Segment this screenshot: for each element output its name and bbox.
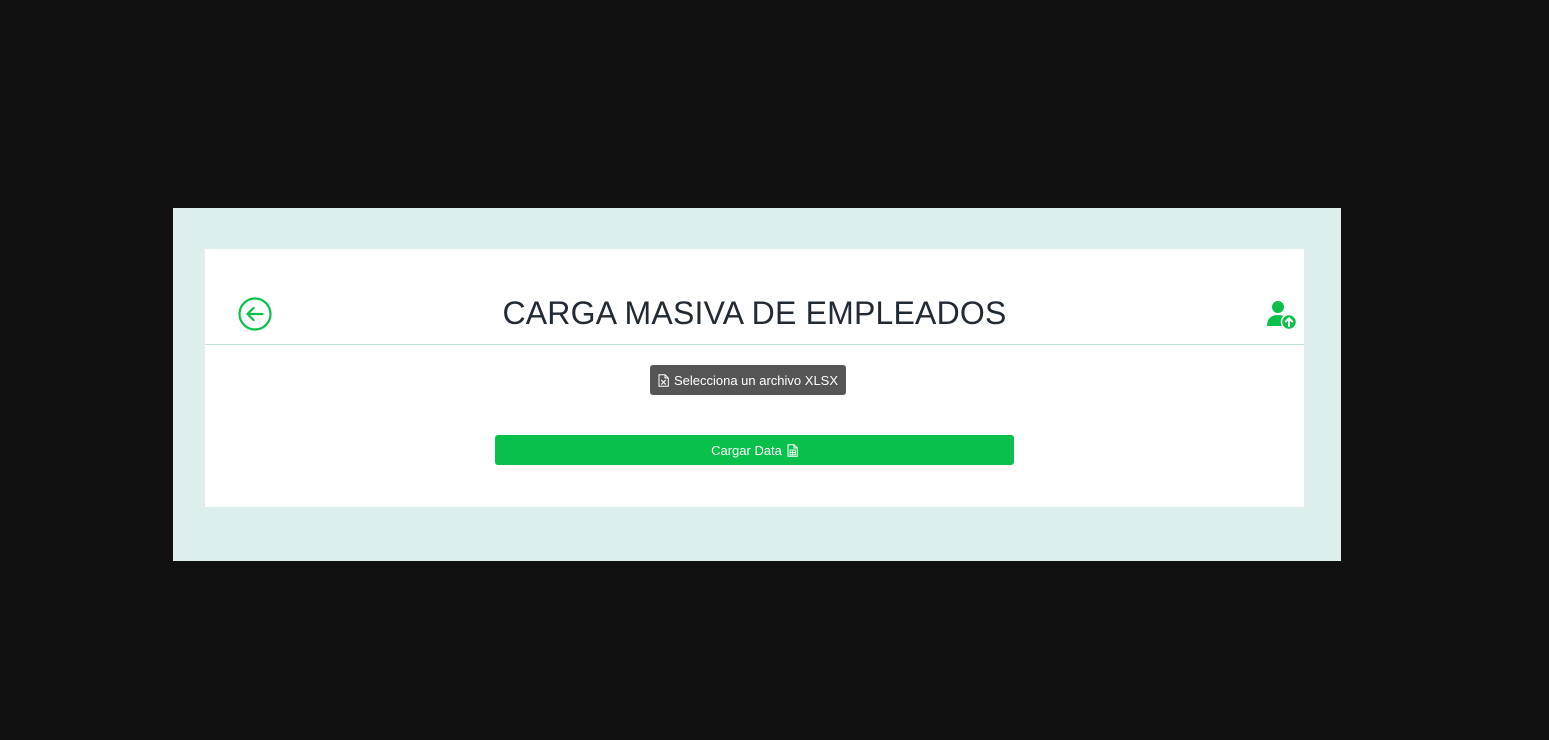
page-title: CARGA MASIVA DE EMPLEADOS bbox=[502, 295, 1007, 331]
file-excel-icon bbox=[658, 373, 669, 387]
load-data-label: Cargar Data bbox=[711, 442, 782, 458]
card-header: CARGA MASIVA DE EMPLEADOS bbox=[205, 249, 1304, 345]
select-file-button[interactable]: Selecciona un archivo XLSX bbox=[650, 365, 846, 395]
modal-panel: CARGA MASIVA DE EMPLEADOS Selecciona un … bbox=[173, 208, 1341, 561]
upload-card: CARGA MASIVA DE EMPLEADOS Selecciona un … bbox=[205, 249, 1304, 507]
load-data-button[interactable]: Cargar Data bbox=[495, 435, 1014, 465]
file-spreadsheet-icon bbox=[787, 443, 798, 457]
select-file-label: Selecciona un archivo XLSX bbox=[673, 372, 839, 388]
user-upload-icon bbox=[1265, 299, 1299, 331]
